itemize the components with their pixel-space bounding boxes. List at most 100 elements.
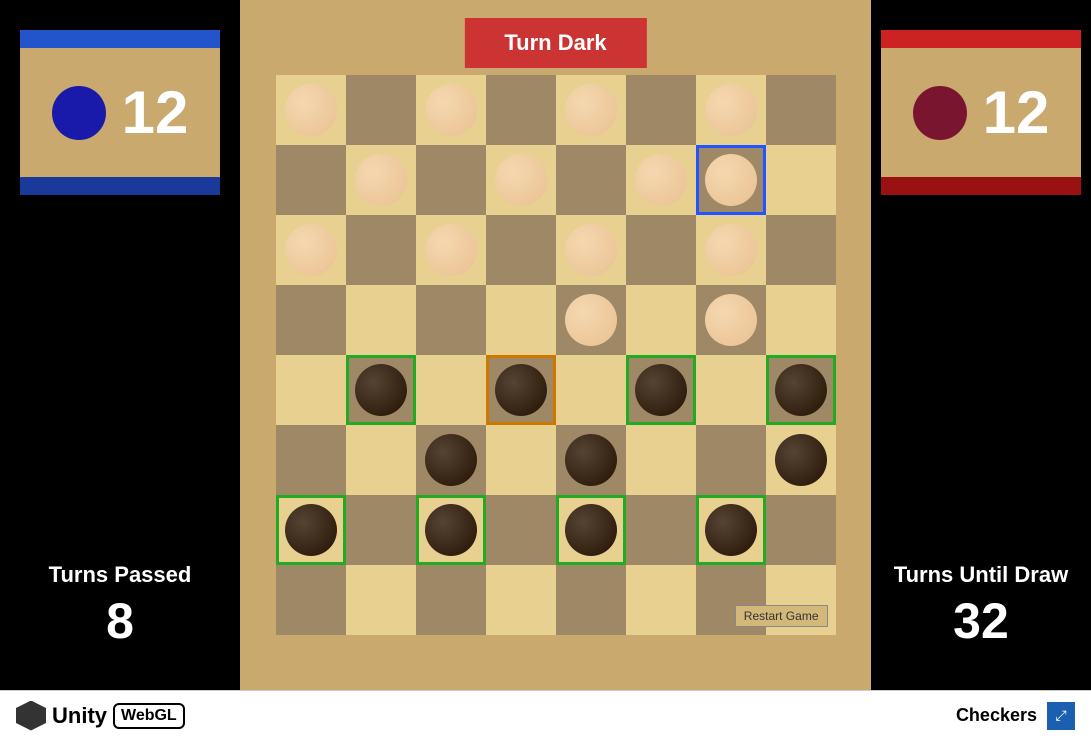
board-cell[interactable] xyxy=(626,215,696,285)
board-cell[interactable] xyxy=(626,425,696,495)
board-cell[interactable] xyxy=(556,215,626,285)
light-checker-piece[interactable] xyxy=(705,224,757,276)
board-cell[interactable] xyxy=(556,145,626,215)
checkerboard[interactable]: Restart Game xyxy=(276,75,836,635)
dark-checker-piece[interactable] xyxy=(565,434,617,486)
board-cell[interactable] xyxy=(556,355,626,425)
dark-checker-piece[interactable] xyxy=(775,364,827,416)
light-checker-piece[interactable] xyxy=(285,84,337,136)
board-cell[interactable] xyxy=(696,145,766,215)
board-cell[interactable] xyxy=(766,355,836,425)
board-cell[interactable] xyxy=(276,75,346,145)
board-cell[interactable] xyxy=(346,565,416,635)
board-cell[interactable] xyxy=(696,75,766,145)
dark-checker-piece[interactable] xyxy=(705,504,757,556)
board-cell[interactable] xyxy=(696,215,766,285)
dark-checker-piece[interactable] xyxy=(425,434,477,486)
board-cell[interactable] xyxy=(276,145,346,215)
board-cell[interactable] xyxy=(276,215,346,285)
board-cell[interactable] xyxy=(486,75,556,145)
board-cell[interactable] xyxy=(416,355,486,425)
board-cell[interactable] xyxy=(346,285,416,355)
board-cell[interactable] xyxy=(346,355,416,425)
turns-until-draw-label: Turns Until Draw xyxy=(894,562,1068,588)
board-cell[interactable] xyxy=(416,215,486,285)
turns-passed-value: 8 xyxy=(49,592,192,650)
restart-button[interactable]: Restart Game xyxy=(735,605,828,627)
board-cell[interactable] xyxy=(276,355,346,425)
board-cell[interactable] xyxy=(276,495,346,565)
board-cell[interactable] xyxy=(696,425,766,495)
turns-passed-section: Turns Passed 8 xyxy=(49,562,192,650)
board-cell[interactable] xyxy=(696,355,766,425)
turn-label: Turn Dark xyxy=(504,30,606,55)
light-checker-piece[interactable] xyxy=(565,84,617,136)
board-cell[interactable] xyxy=(696,495,766,565)
light-checker-piece[interactable] xyxy=(635,154,687,206)
board-cell[interactable] xyxy=(486,495,556,565)
dark-checker-piece[interactable] xyxy=(355,364,407,416)
board-cell[interactable] xyxy=(556,495,626,565)
turns-until-draw-section: Turns Until Draw 32 xyxy=(894,562,1068,650)
fullscreen-button[interactable]: ⤢ xyxy=(1047,702,1075,730)
board-cell[interactable] xyxy=(346,75,416,145)
board-cell[interactable] xyxy=(766,145,836,215)
light-checker-piece[interactable] xyxy=(565,294,617,346)
board-cell[interactable] xyxy=(486,215,556,285)
board-cell[interactable] xyxy=(766,215,836,285)
board-cell[interactable] xyxy=(486,565,556,635)
board-cell[interactable] xyxy=(626,285,696,355)
board-cell[interactable] xyxy=(626,145,696,215)
board-cell[interactable] xyxy=(486,355,556,425)
light-checker-piece[interactable] xyxy=(495,154,547,206)
board-cell[interactable] xyxy=(416,285,486,355)
light-checker-piece[interactable] xyxy=(705,84,757,136)
board-cell[interactable] xyxy=(626,75,696,145)
board-cell[interactable] xyxy=(486,285,556,355)
board-cell[interactable] xyxy=(766,285,836,355)
board-cell[interactable] xyxy=(416,75,486,145)
board-cell[interactable] xyxy=(766,75,836,145)
board-cell[interactable] xyxy=(556,285,626,355)
dark-checker-piece[interactable] xyxy=(495,364,547,416)
light-checker-piece[interactable] xyxy=(705,294,757,346)
board-cell[interactable] xyxy=(486,425,556,495)
board-cell[interactable] xyxy=(416,565,486,635)
board-cell[interactable] xyxy=(556,565,626,635)
dark-checker-piece[interactable] xyxy=(425,504,477,556)
light-checker-piece[interactable] xyxy=(425,84,477,136)
board-cell[interactable] xyxy=(346,215,416,285)
dark-score-box: 12 xyxy=(881,30,1081,195)
board-cell[interactable] xyxy=(346,145,416,215)
dark-checker-piece[interactable] xyxy=(775,434,827,486)
light-checker-piece[interactable] xyxy=(425,224,477,276)
board-cell[interactable] xyxy=(696,285,766,355)
board-cell[interactable] xyxy=(416,425,486,495)
board-cell[interactable] xyxy=(486,145,556,215)
light-checker-piece[interactable] xyxy=(355,154,407,206)
board-cell[interactable] xyxy=(276,425,346,495)
light-checker-piece[interactable] xyxy=(285,224,337,276)
board-cell[interactable] xyxy=(556,75,626,145)
bottom-bar: Unity WebGL Checkers ⤢ xyxy=(0,690,1091,740)
board-cell[interactable] xyxy=(766,495,836,565)
dark-checker-piece[interactable] xyxy=(635,364,687,416)
board-cell[interactable] xyxy=(556,425,626,495)
board-cell[interactable] xyxy=(346,425,416,495)
board-cell[interactable] xyxy=(626,565,696,635)
board-cell[interactable] xyxy=(626,355,696,425)
light-checker-piece[interactable] xyxy=(705,154,757,206)
board-cell[interactable] xyxy=(276,285,346,355)
board-cell[interactable] xyxy=(416,145,486,215)
light-score-box: 12 xyxy=(20,30,220,195)
light-checker-piece[interactable] xyxy=(565,224,617,276)
board-cell[interactable] xyxy=(766,425,836,495)
board-cell[interactable] xyxy=(416,495,486,565)
unity-logo: Unity WebGL xyxy=(16,701,185,731)
board-cell[interactable] xyxy=(626,495,696,565)
board-cell[interactable] xyxy=(346,495,416,565)
checkers-label: Checkers xyxy=(956,705,1037,726)
dark-checker-piece[interactable] xyxy=(565,504,617,556)
dark-checker-piece[interactable] xyxy=(285,504,337,556)
board-cell[interactable] xyxy=(276,565,346,635)
